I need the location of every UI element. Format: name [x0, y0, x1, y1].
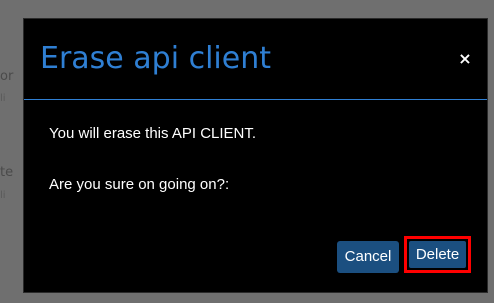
dialog-title: Erase api client: [40, 41, 271, 76]
close-icon[interactable]: ×: [455, 49, 475, 69]
dialog-message: You will erase this API CLIENT.: [49, 125, 257, 142]
erase-api-client-dialog: Erase api client × You will erase this A…: [23, 18, 488, 293]
cancel-button[interactable]: Cancel: [337, 241, 399, 273]
background-text: te: [0, 166, 14, 179]
background-text: or: [0, 70, 14, 83]
dialog-header: Erase api client ×: [24, 19, 487, 100]
background-text: li: [0, 93, 6, 104]
background-text: li: [0, 190, 6, 201]
dialog-confirmation-question: Are you sure on going on?:: [49, 176, 230, 193]
delete-button[interactable]: Delete: [409, 241, 466, 268]
